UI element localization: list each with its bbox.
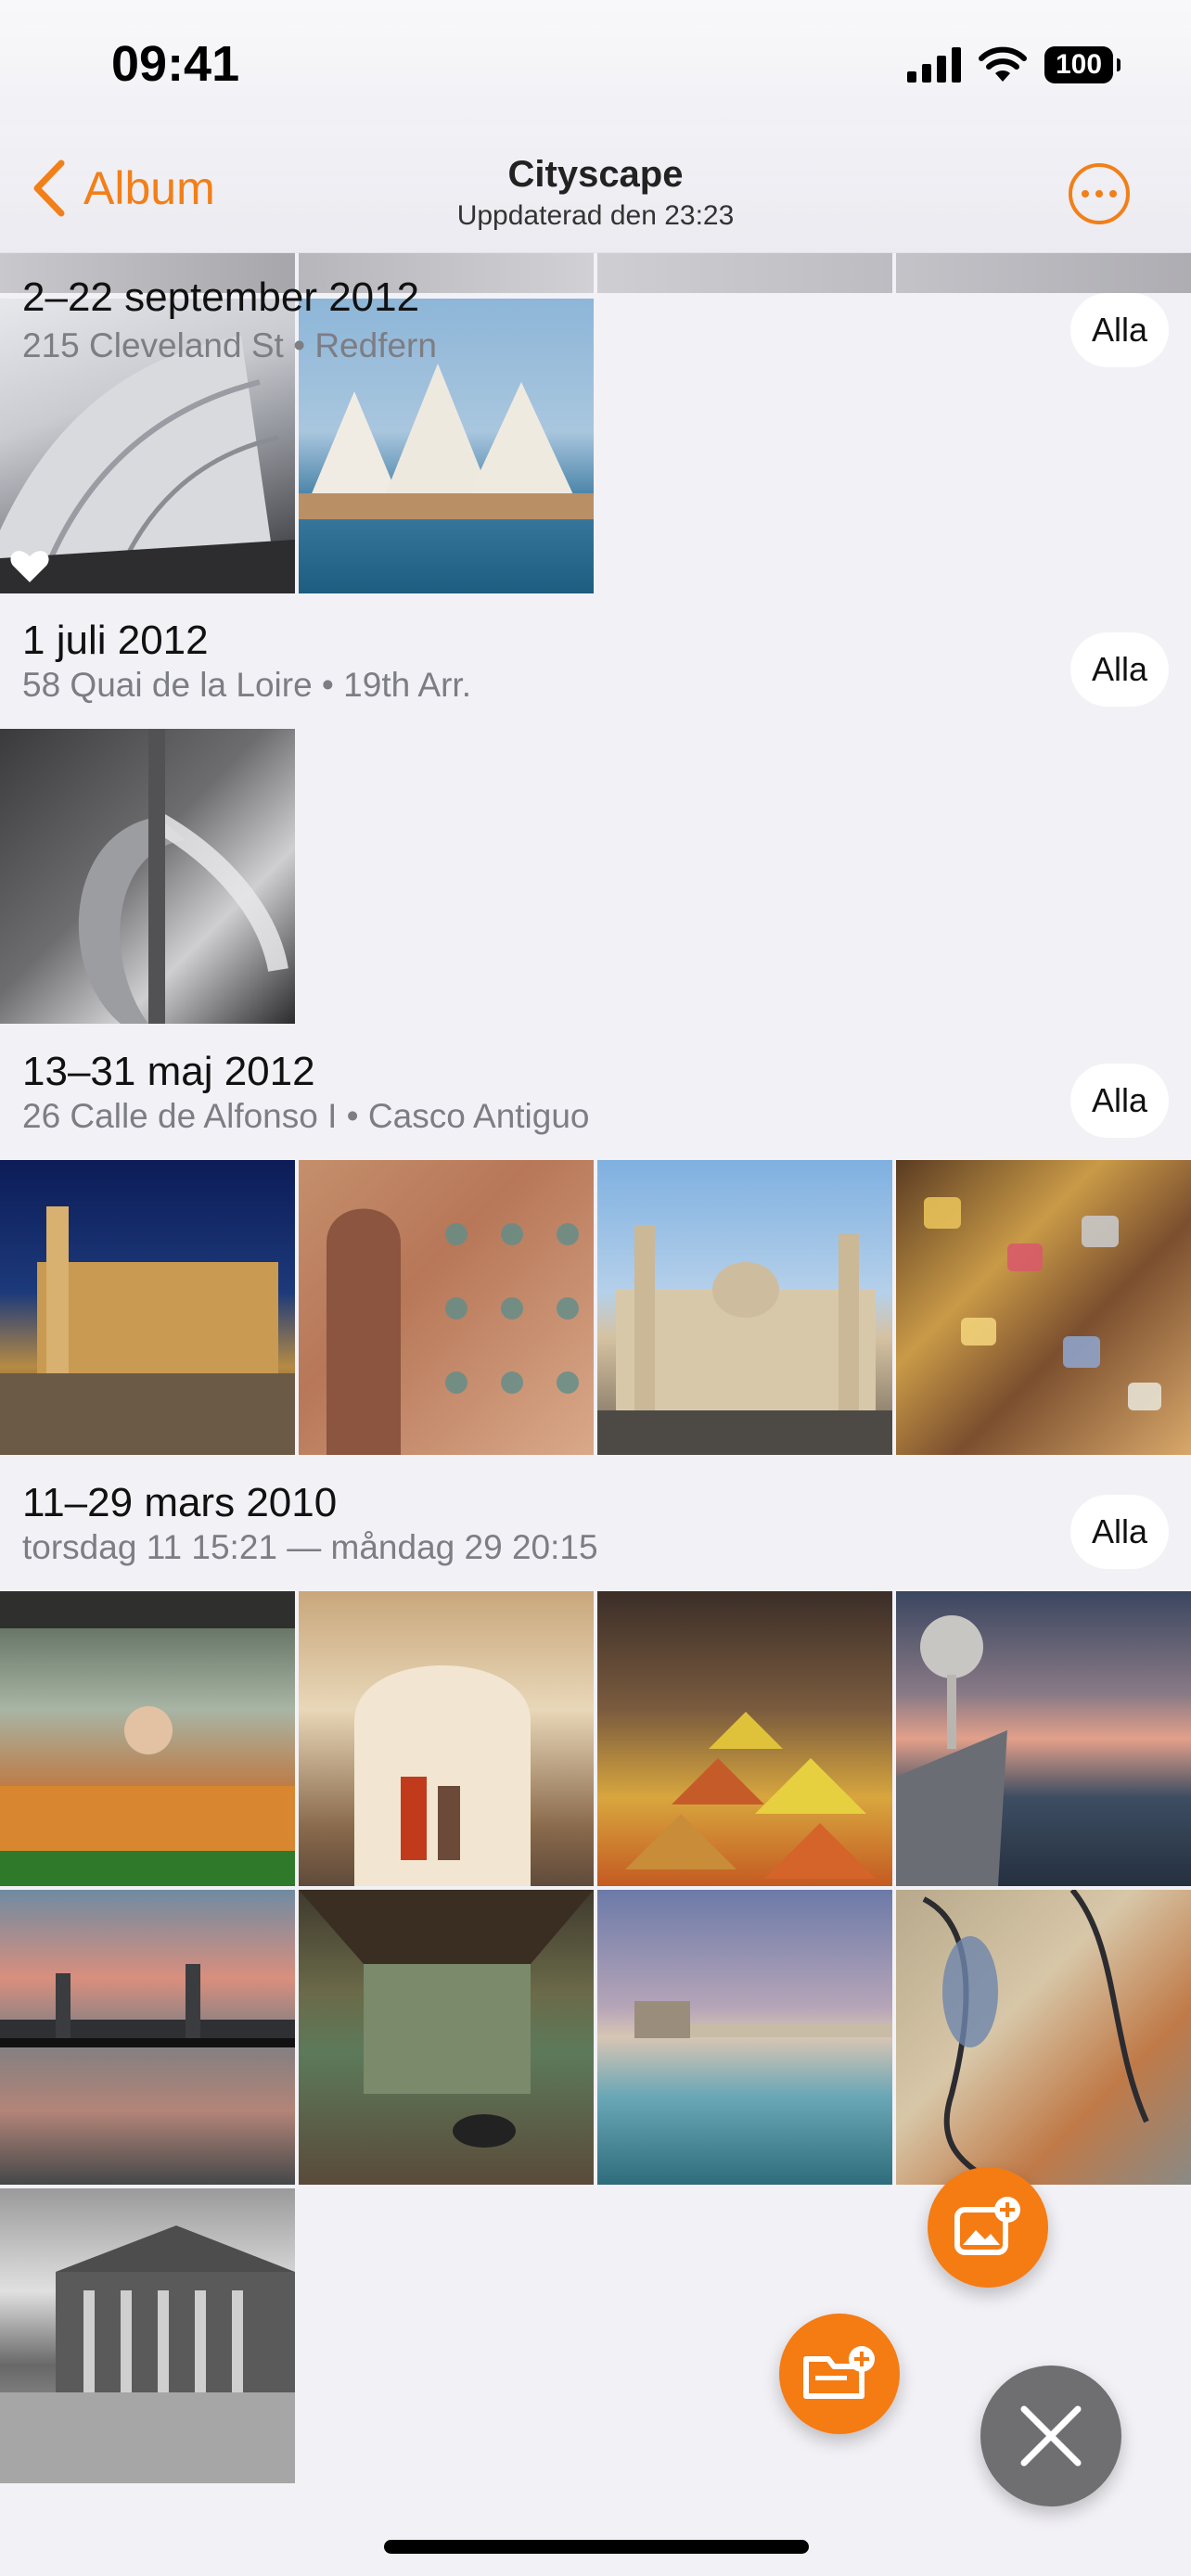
section-title: 1 juli 2012 xyxy=(22,618,209,663)
spice-market-photo xyxy=(625,1712,876,1879)
basilica-night-photo xyxy=(0,1206,295,1455)
basilica-day-photo xyxy=(597,1225,892,1455)
see-all-button[interactable]: Alla xyxy=(1070,1064,1169,1138)
home-indicator xyxy=(384,2540,809,2554)
neoclassical-building-photo xyxy=(0,2225,295,2483)
page-title: Cityscape xyxy=(507,154,684,195)
street-art-photo xyxy=(922,1890,1149,2185)
waterfront-dusk-photo xyxy=(896,1615,1007,1886)
page-subtitle: Uppdaterad den 23:23 xyxy=(456,200,735,231)
photo-thumbnail[interactable] xyxy=(896,1890,1191,2185)
photo-thumbnail[interactable] xyxy=(299,1591,594,1886)
photo-thumbnail[interactable] xyxy=(0,2188,295,2483)
add-photo-icon xyxy=(954,2197,1020,2255)
heart-icon xyxy=(10,551,49,582)
add-folder-icon xyxy=(803,2346,875,2399)
abandoned-room-photo xyxy=(299,1890,594,2148)
section-subtitle: torsdag 11 15:21 — måndag 29 20:15 xyxy=(22,1528,598,1566)
photo-strip-partial xyxy=(597,252,892,293)
fountain-pipe-photo xyxy=(78,729,288,1024)
moorish-arch-photo xyxy=(354,1665,531,1886)
ellipsis-icon xyxy=(1082,190,1117,198)
see-all-button[interactable]: Alla xyxy=(1070,293,1169,367)
close-icon xyxy=(1020,2405,1082,2467)
tiled-wall-photo xyxy=(327,1208,579,1455)
photo-thumbnail[interactable] xyxy=(0,729,295,1024)
pier-dusk-photo xyxy=(634,2001,892,2038)
wifi-icon xyxy=(979,46,1027,82)
add-photo-button[interactable] xyxy=(928,2167,1048,2288)
status-time: 09:41 xyxy=(111,36,240,92)
section-title: 11–29 mars 2010 xyxy=(22,1480,338,1525)
photo-thumbnail[interactable] xyxy=(0,1890,295,2185)
signal-icon xyxy=(907,47,961,83)
navigation-header: 09:41 100 Album Cityscape Uppdaterad den… xyxy=(0,0,1191,253)
photo-thumbnail[interactable] xyxy=(597,1591,892,1886)
photo-thumbnail[interactable] xyxy=(0,1591,295,1886)
add-folder-button[interactable] xyxy=(779,2314,900,2434)
more-options-button[interactable] xyxy=(1069,163,1130,224)
section-subtitle: 58 Quai de la Loire • 19th Arr. xyxy=(22,666,471,704)
photo-thumbnail[interactable] xyxy=(597,1160,892,1455)
see-all-button[interactable]: Alla xyxy=(1070,1495,1169,1569)
photo-thumbnail[interactable] xyxy=(299,1160,594,1455)
photo-thumbnail[interactable] xyxy=(896,1591,1191,1886)
photo-thumbnail[interactable] xyxy=(299,1890,594,2185)
photo-thumbnail[interactable] xyxy=(896,1160,1191,1455)
industrial-bridge-photo xyxy=(0,1964,295,2047)
photo-strip-partial xyxy=(896,252,1191,293)
battery-indicator: 100 xyxy=(1044,46,1121,83)
photo-thumbnail[interactable] xyxy=(597,1890,892,2185)
section-subtitle: 215 Cleveland St • Redfern xyxy=(22,326,437,364)
section-title: 13–31 maj 2012 xyxy=(22,1049,315,1094)
see-all-button[interactable]: Alla xyxy=(1070,632,1169,707)
status-icons: 100 xyxy=(907,46,1121,83)
photo-thumbnail[interactable] xyxy=(0,1160,295,1455)
section-title: 2–22 september 2012 xyxy=(22,274,420,320)
close-button[interactable] xyxy=(980,2366,1121,2506)
section-subtitle: 26 Calle de Alfonso I • Casco Antiguo xyxy=(22,1097,590,1135)
market-stall-photo xyxy=(0,1591,295,1886)
love-padlocks-photo xyxy=(924,1197,1161,1410)
